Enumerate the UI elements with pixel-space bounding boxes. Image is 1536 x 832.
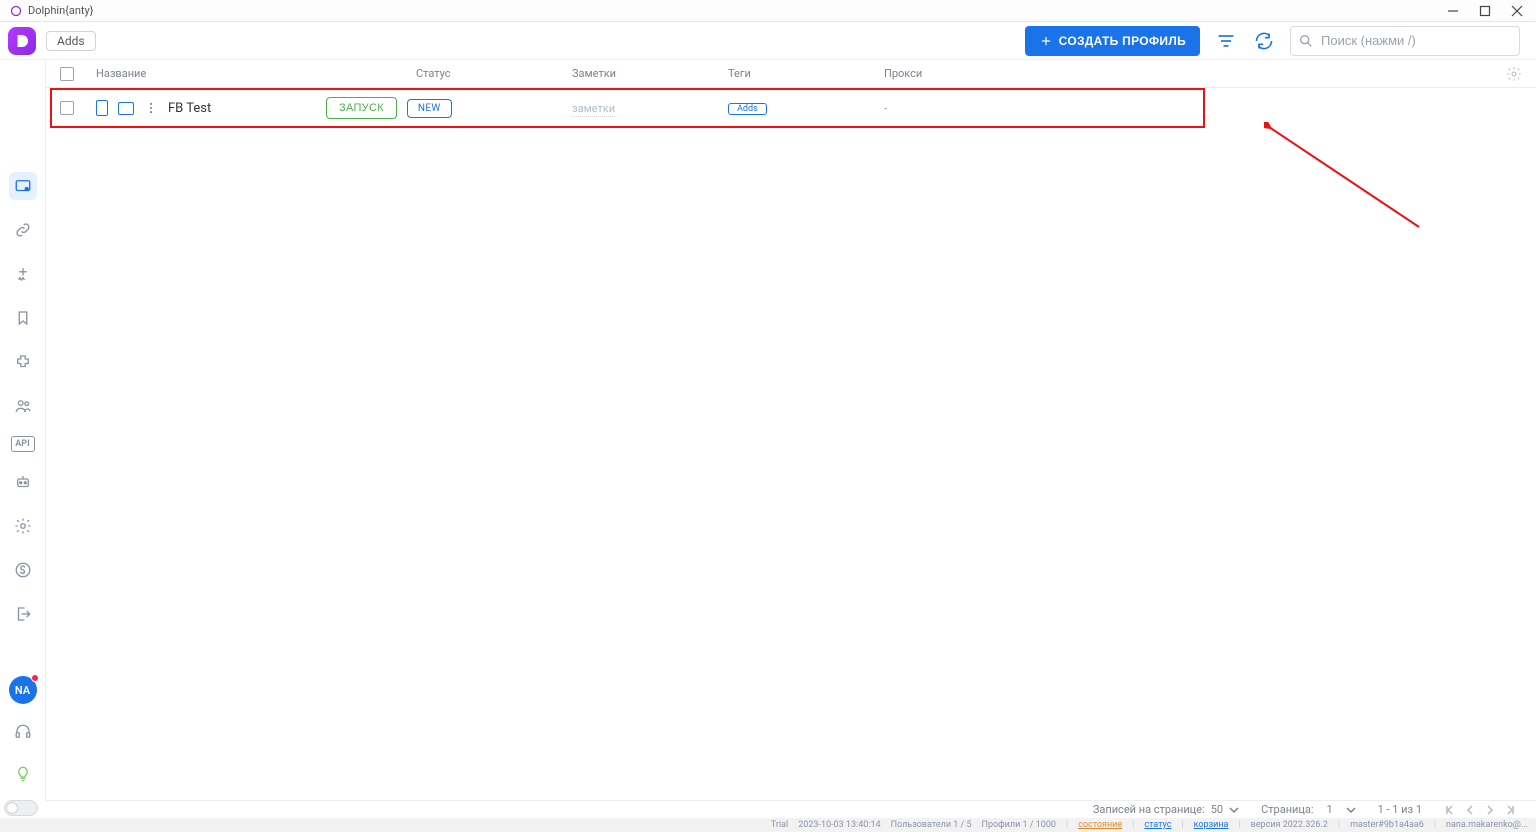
status-profiles: Профили 1 / 1000 [982, 820, 1056, 830]
add-tag-chip[interactable]: Adds [728, 103, 767, 115]
rail-support-icon[interactable] [9, 718, 37, 746]
create-profile-button[interactable]: СОЗДАТЬ ПРОФИЛЬ [1025, 26, 1200, 56]
page-label: Страница: [1261, 803, 1313, 816]
row-checkbox[interactable] [60, 101, 74, 115]
platform-icon[interactable] [96, 100, 108, 116]
rail-billing-icon[interactable] [9, 556, 37, 584]
notes-placeholder[interactable]: заметки [572, 102, 615, 117]
col-header-name: Название [96, 67, 416, 80]
page-value[interactable]: 1 [1320, 803, 1340, 816]
page-last-icon[interactable] [1504, 804, 1516, 816]
app-logo [8, 27, 36, 55]
select-all-checkbox[interactable] [60, 67, 74, 81]
table-row[interactable]: FB Test ЗАПУСК NEW заметки Adds - [46, 88, 1536, 128]
range-label: 1 - 1 из 1 [1378, 803, 1422, 816]
col-header-notes: Заметки [572, 67, 728, 80]
rail-logout-icon[interactable] [9, 600, 37, 628]
page-first-icon[interactable] [1444, 804, 1456, 816]
rail-robot-icon[interactable] [9, 468, 37, 496]
chevron-down-icon[interactable] [1229, 805, 1239, 815]
sidebar-rail: API NA [0, 60, 46, 800]
rail-browsers-icon[interactable] [9, 172, 37, 200]
notification-dot-icon [31, 674, 39, 682]
rail-api-icon[interactable]: API [11, 436, 35, 452]
page-next-icon[interactable] [1484, 804, 1496, 816]
rail-bookmark-icon[interactable] [9, 304, 37, 332]
table-settings-icon[interactable] [1494, 66, 1522, 82]
search-icon [1298, 33, 1314, 53]
status-link-state[interactable]: состояние [1078, 820, 1122, 830]
rail-users-icon[interactable] [9, 392, 37, 420]
window-minimize-icon[interactable] [1446, 4, 1460, 18]
status-link-status[interactable]: статус [1144, 820, 1171, 830]
status-version: версия 2022.326.2 [1251, 820, 1328, 830]
profile-name: FB Test [168, 101, 211, 116]
app-toolbar: Adds СОЗДАТЬ ПРОФИЛЬ [0, 22, 1536, 60]
row-menu-icon[interactable] [144, 100, 158, 116]
filter-icon[interactable] [1214, 29, 1238, 53]
status-build: master#9b1a4aa6 [1350, 820, 1424, 830]
chevron-down-icon[interactable] [1346, 805, 1356, 815]
col-header-tags: Теги [728, 67, 884, 80]
col-header-status: Статус [416, 67, 572, 80]
window-title: Dolphin{anty} [28, 4, 93, 17]
device-icon[interactable] [118, 102, 134, 115]
window-titlebar: Dolphin{anty} [0, 0, 1536, 22]
rail-links-icon[interactable] [9, 216, 37, 244]
proxy-value: - [884, 101, 887, 115]
app-small-icon [10, 5, 22, 17]
status-badge: NEW [407, 99, 452, 118]
per-page-label: Записей на странице: [1093, 803, 1205, 816]
annotation-arrow-icon [1264, 122, 1424, 232]
status-timestamp: 2023-10-03 13:40:14 [798, 820, 880, 830]
table-header: Название Статус Заметки Теги Прокси [46, 60, 1536, 88]
rail-idea-icon[interactable] [9, 760, 37, 788]
adds-chip[interactable]: Adds [46, 31, 96, 51]
window-maximize-icon[interactable] [1478, 4, 1492, 18]
window-close-icon[interactable] [1510, 4, 1524, 18]
status-link-trash[interactable]: корзина [1194, 820, 1229, 830]
status-users: Пользователи 1 / 5 [891, 820, 972, 830]
user-avatar[interactable]: NA [9, 676, 37, 704]
create-profile-label: СОЗДАТЬ ПРОФИЛЬ [1059, 34, 1186, 48]
status-bar: Trial 2023-10-03 13:40:14 Пользователи 1… [0, 818, 1536, 832]
page-prev-icon[interactable] [1464, 804, 1476, 816]
status-email: nana.makarenko@... [1446, 820, 1528, 830]
refresh-icon[interactable] [1252, 29, 1276, 53]
rail-star-plus-icon[interactable] [9, 260, 37, 288]
main-content: Название Статус Заметки Теги Прокси FB T… [46, 60, 1536, 800]
theme-toggle[interactable] [4, 800, 38, 816]
per-page-value[interactable]: 50 [1211, 803, 1223, 816]
search-input[interactable] [1290, 26, 1520, 56]
col-header-proxy: Прокси [884, 67, 1494, 80]
launch-button[interactable]: ЗАПУСК [326, 97, 397, 119]
rail-settings-icon[interactable] [9, 512, 37, 540]
rail-extension-icon[interactable] [9, 348, 37, 376]
avatar-initials: NA [15, 684, 30, 697]
pagination-footer: Записей на странице: 50 Страница: 1 1 - … [46, 800, 1536, 818]
status-trial: Trial [771, 820, 788, 830]
